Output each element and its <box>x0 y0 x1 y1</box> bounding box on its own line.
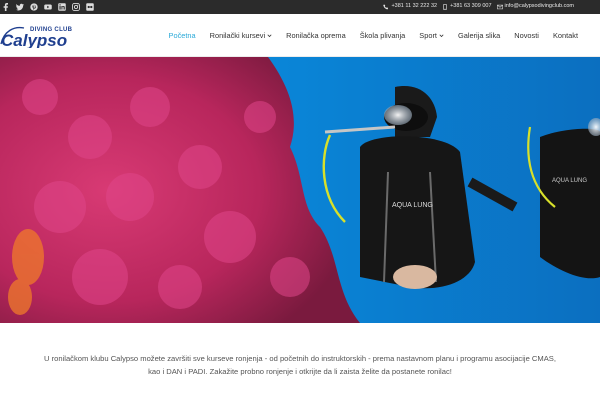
nav-item-ronilacki-kursevi[interactable]: Ronilački kursevi <box>210 14 272 57</box>
envelope-icon <box>496 4 503 9</box>
chevron-down-icon <box>439 34 444 38</box>
pinterest-icon[interactable] <box>30 3 38 11</box>
linkedin-icon[interactable] <box>58 3 66 11</box>
nav-item-ronilacka-oprema[interactable]: Ronilačka oprema <box>286 14 346 57</box>
nav-item-label: Ronilački kursevi <box>209 31 266 40</box>
site-logo[interactable]: DIVING CLUB Calypso <box>0 22 80 50</box>
nav-item-label: Novosti <box>514 31 539 40</box>
nav-item-label: Sport <box>419 31 437 40</box>
facebook-icon[interactable] <box>2 3 10 11</box>
nav-item-galerija-slika[interactable]: Galerija slika <box>458 14 500 57</box>
suit-text-2: AQUA LUNG <box>552 178 587 184</box>
chevron-down-icon <box>267 34 272 38</box>
top-bar: +381 11 32 222 32 +381 63 309 007 info@c… <box>0 0 600 14</box>
phone-1[interactable]: +381 11 32 222 32 <box>383 2 437 11</box>
nav-item-label: Početna <box>168 31 196 40</box>
nav-item-skola-plivanja[interactable]: Škola plivanja <box>360 14 406 57</box>
phone-2-text: +381 63 309 007 <box>450 3 492 9</box>
nav-item-label: Škola plivanja <box>359 31 406 40</box>
main-nav: Početna Ronilački kursevi Ronilačka opre… <box>155 14 578 57</box>
instagram-icon[interactable] <box>72 3 80 11</box>
phone-icon <box>383 3 389 9</box>
phone-2[interactable]: +381 63 309 007 <box>442 2 492 11</box>
email-link[interactable]: info@calypsodivingclub.com <box>496 2 574 11</box>
nav-item-novosti[interactable]: Novosti <box>514 14 539 57</box>
nav-item-kontakt[interactable]: Kontakt <box>553 14 578 57</box>
contact-info: +381 11 32 222 32 +381 63 309 007 info@c… <box>383 2 574 11</box>
suit-text-1: AQUA LUNG <box>392 202 433 209</box>
hero-image: AQUA LUNG AQUA LUNG <box>0 57 600 323</box>
intro-text: U ronilačkom klubu Calypso možete završi… <box>44 354 556 376</box>
youtube-icon[interactable] <box>44 3 52 11</box>
mobile-phone-icon <box>443 3 447 10</box>
nav-item-sport[interactable]: Sport <box>419 14 444 57</box>
nav-item-label: Galerija slika <box>457 31 501 40</box>
nav-item-pocetna[interactable]: Početna <box>169 14 196 57</box>
phone-1-text: +381 11 32 222 32 <box>391 3 438 9</box>
nav-item-label: Kontakt <box>552 31 578 40</box>
nav-item-label: Ronilačka oprema <box>286 31 346 40</box>
site-header: DIVING CLUB Calypso Početna Ronilački ku… <box>0 14 600 57</box>
logo-main-text: Calypso <box>1 31 67 48</box>
flickr-icon[interactable] <box>86 3 94 11</box>
twitter-icon[interactable] <box>16 3 24 11</box>
email-text: info@calypsodivingclub.com <box>504 3 574 9</box>
social-links <box>2 3 94 11</box>
